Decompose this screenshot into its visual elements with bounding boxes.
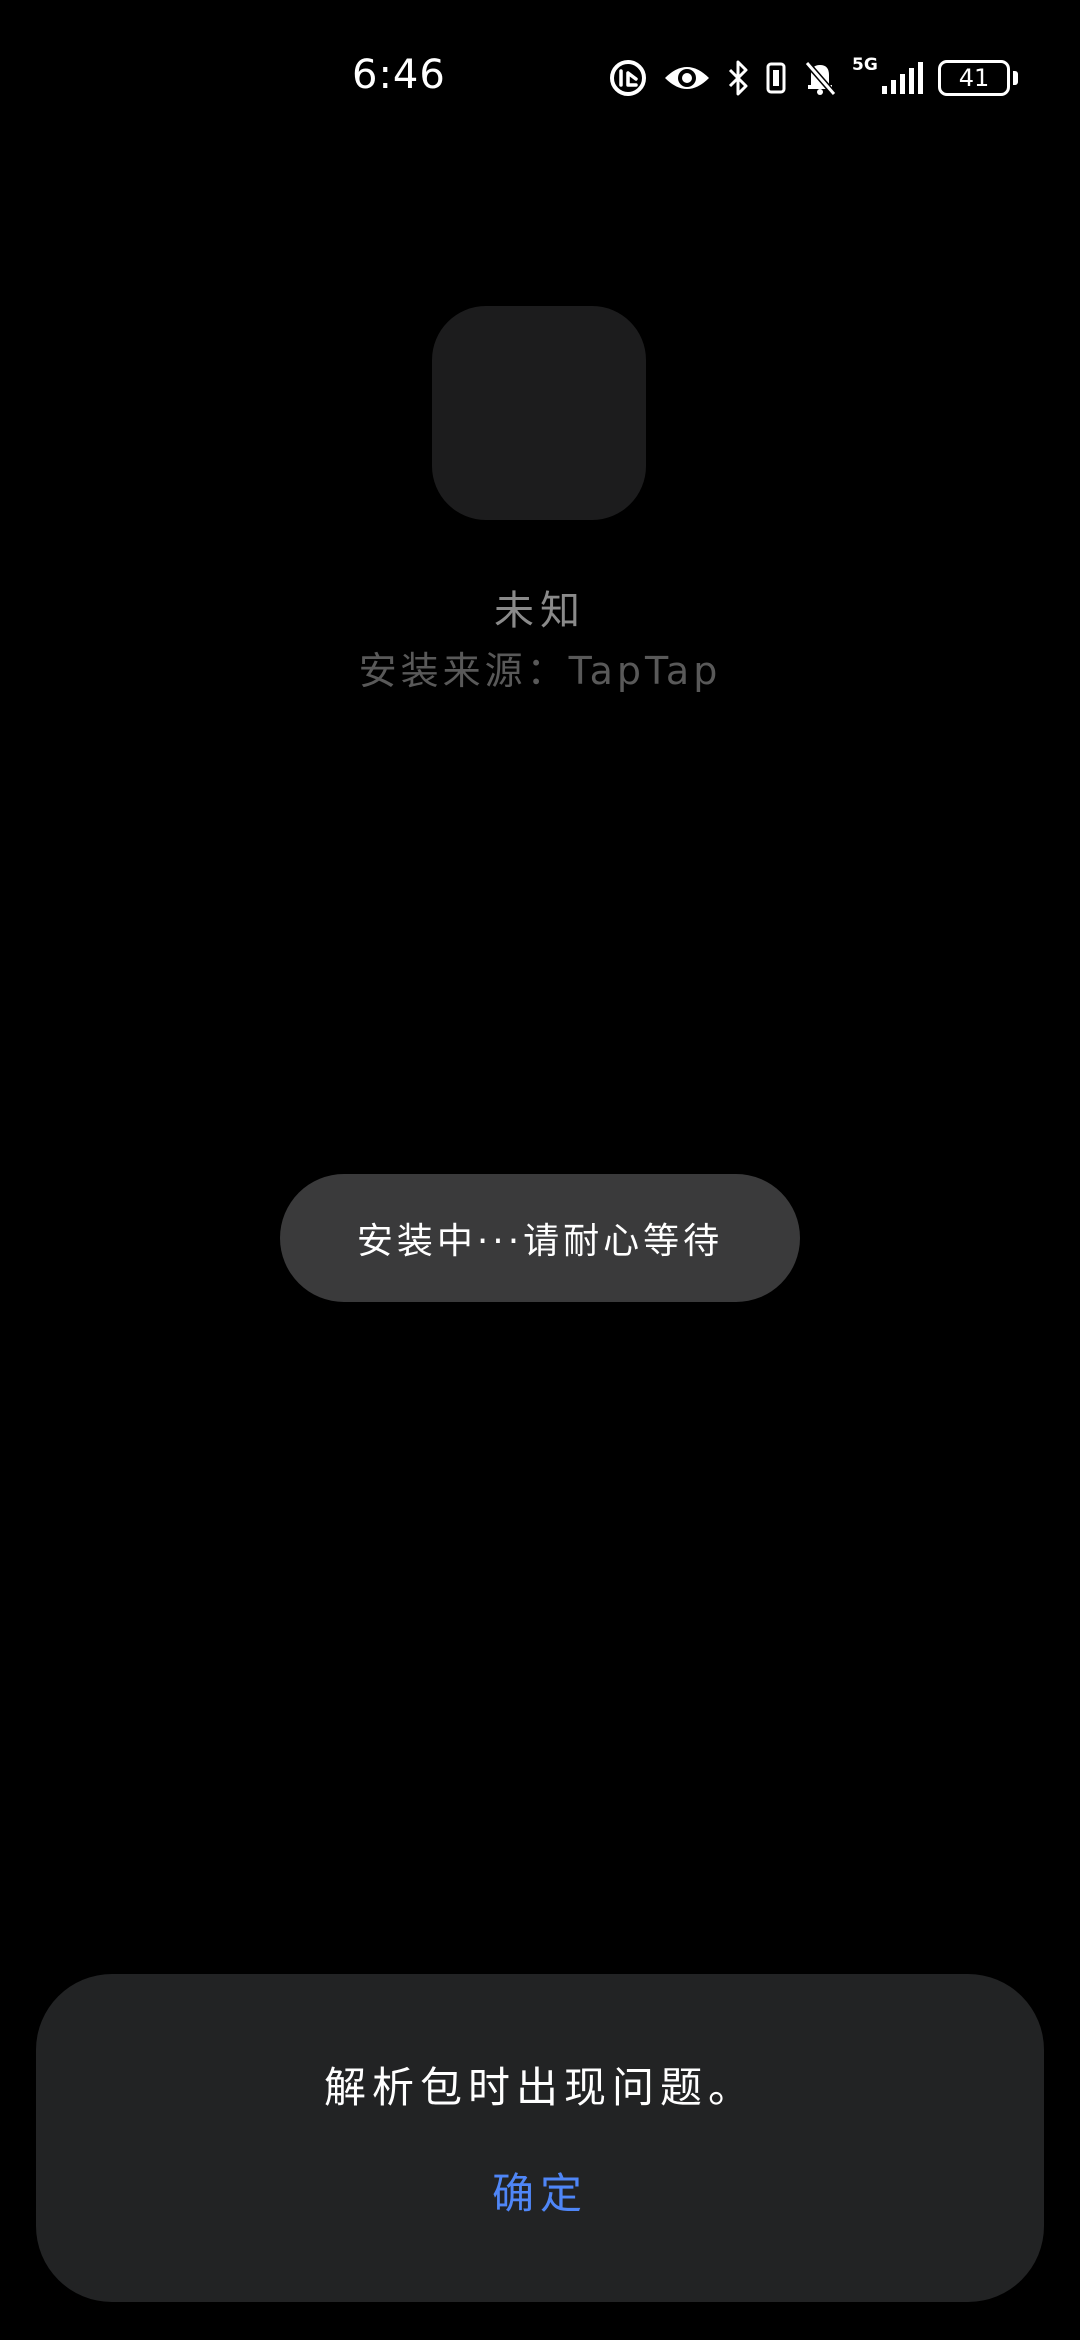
- app-name: 未知: [494, 588, 586, 634]
- installing-status-pill: 安装中···请耐心等待: [280, 1174, 800, 1302]
- status-icons: 5G 41: [608, 56, 1018, 100]
- install-source: 安装来源：TapTap: [358, 649, 722, 693]
- battery-level: 41: [938, 60, 1010, 96]
- installing-status-text: 安装中···请耐心等待: [356, 1221, 724, 1262]
- signal-icon: [880, 58, 924, 98]
- battery-icon: 41: [938, 60, 1018, 96]
- confirm-button[interactable]: 确定: [440, 2154, 640, 2234]
- bluetooth-icon: [726, 58, 750, 98]
- mute-bell-icon: [802, 58, 838, 98]
- status-time: 6:46: [352, 52, 446, 98]
- network-type-label: 5G: [852, 55, 878, 75]
- app-icon: [432, 306, 646, 520]
- status-bar: 6:46 5G 41: [0, 0, 1080, 150]
- error-dialog: 解析包时出现问题。 确定: [36, 1974, 1044, 2302]
- vibrate-icon: [764, 58, 788, 98]
- data-saver-icon: [608, 58, 648, 98]
- dialog-message: 解析包时出现问题。: [323, 2063, 756, 2112]
- eye-comfort-icon: [662, 58, 712, 98]
